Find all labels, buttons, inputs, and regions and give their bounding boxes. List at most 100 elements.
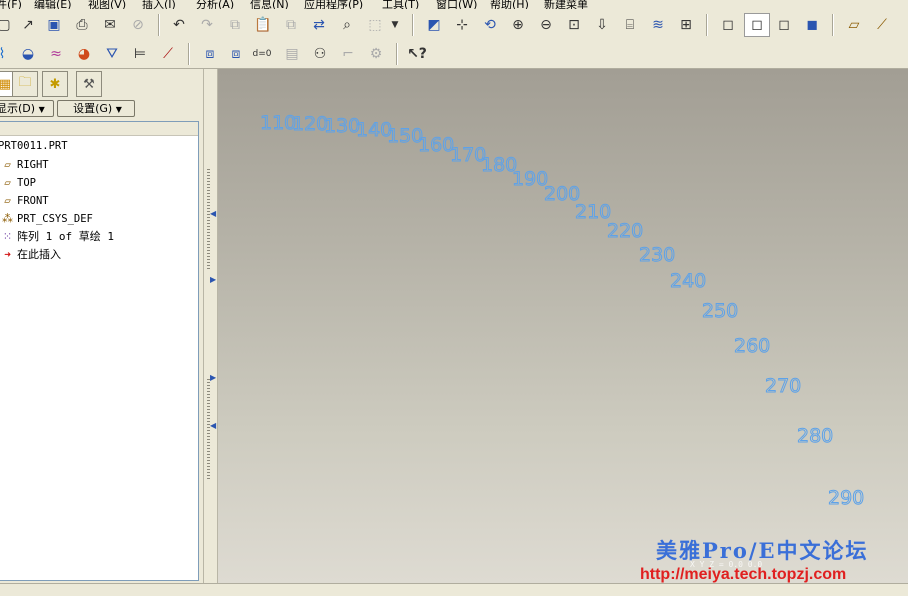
copy-icon[interactable]: ⧉ xyxy=(225,15,245,35)
sweep-icon[interactable]: ≈ xyxy=(46,44,66,64)
secondary-toolbar: ⌇ ◒ ≈ ◕ ⛛ ⊨ ⟋ ⧈ ⧈ d=0 ▤ ⚇ ⌐ ⚙ ↖? xyxy=(0,41,908,69)
family-table-icon[interactable]: ⚙ xyxy=(366,44,386,64)
model-player-icon[interactable]: ⚇ xyxy=(310,44,330,64)
insert-here-arrow-icon: ➜ xyxy=(4,248,11,261)
tree-item-insert-here[interactable]: ➜ 在此插入 xyxy=(0,246,61,263)
paste-icon[interactable]: 📋 xyxy=(253,15,273,35)
collapse-arrow-icon[interactable]: ◀ xyxy=(210,421,216,430)
wireframe-icon[interactable]: ◻ xyxy=(718,15,738,35)
measure-icon[interactable]: ⟋ xyxy=(158,44,178,64)
settings-dropdown[interactable]: 设置(G) ▼ xyxy=(57,100,135,117)
datum-plane-icon: ▱ xyxy=(4,194,11,207)
pattern-label: 110 xyxy=(259,112,297,135)
menu-insert[interactable]: 插入(I) xyxy=(142,0,176,9)
connections-icon: ⚒ xyxy=(83,76,95,92)
tab-folder-browser[interactable]: 🗀 xyxy=(12,71,38,97)
distance-icon[interactable]: ▤ xyxy=(282,44,302,64)
tree-item-label: PRT0011.PRT xyxy=(0,140,68,152)
favorites-icon: ✱ xyxy=(49,76,61,92)
pattern-icon: ⁙ xyxy=(2,230,13,243)
menu-analysis[interactable]: 分析(A) xyxy=(196,0,234,9)
open-file-icon[interactable]: ↗ xyxy=(18,15,38,35)
dimension-icon[interactable]: ⊨ xyxy=(130,44,150,64)
watermark-url: http://meiya.tech.topzj.com xyxy=(640,566,847,583)
chevron-down-icon: ▼ xyxy=(115,105,122,114)
undo-icon[interactable]: ↶ xyxy=(169,15,189,35)
menu-window[interactable]: 窗口(W) xyxy=(436,0,477,9)
tree-item-pattern[interactable]: ⁙ 阵列 1 of 草绘 1 xyxy=(0,228,114,245)
watermark-title: 美雅Pro/E中文论坛 xyxy=(656,538,869,563)
tree-item-label: TOP xyxy=(17,177,36,189)
menu-tools[interactable]: 工具(T) xyxy=(382,0,419,9)
pattern-label: 230 xyxy=(638,244,676,267)
menu-applications[interactable]: 应用程序(P) xyxy=(304,0,363,9)
save-icon[interactable]: ▣ xyxy=(44,15,64,35)
tab-connections[interactable]: ⚒ xyxy=(76,71,102,97)
orient-mode-icon[interactable]: ⟲ xyxy=(480,15,500,35)
pattern-label: 250 xyxy=(701,300,739,323)
chevron-down-icon: ▼ xyxy=(38,105,45,114)
mechanism-icon[interactable]: ⌐ xyxy=(338,44,358,64)
sketch-icon[interactable]: ⌇ xyxy=(0,44,12,64)
pattern-label: 210 xyxy=(574,201,612,224)
view-manager-icon[interactable]: ⊞ xyxy=(676,15,696,35)
expand-arrow-icon[interactable]: ▶ xyxy=(210,275,216,284)
pattern-label: 260 xyxy=(733,335,771,358)
print-icon[interactable]: ⎙ xyxy=(72,15,92,35)
reorient-icon[interactable]: ⇩ xyxy=(592,15,612,35)
datum-planes-icon[interactable]: ⏥ xyxy=(844,15,864,35)
tree-item-front[interactable]: ▱ FRONT xyxy=(0,192,48,209)
find-icon[interactable]: ⌕ xyxy=(337,15,357,35)
collapse-arrow-icon[interactable]: ◀ xyxy=(210,209,216,218)
revolve-icon[interactable]: ◒ xyxy=(18,44,38,64)
show-dropdown[interactable]: 显示(D) ▼ xyxy=(0,100,54,117)
zoom-out-icon[interactable]: ⊖ xyxy=(536,15,556,35)
redo-icon[interactable]: ↷ xyxy=(197,15,217,35)
saved-views-icon[interactable]: ⌸ xyxy=(620,15,640,35)
new-file-icon[interactable]: ▢ xyxy=(0,15,14,35)
tree-item-part[interactable]: PRT0011.PRT xyxy=(0,138,68,155)
param-icon[interactable]: ⧈ xyxy=(226,44,246,64)
pattern-label: 160 xyxy=(417,134,455,157)
menu-info[interactable]: 信息(N) xyxy=(250,0,289,9)
annotation-icon[interactable]: ⧈ xyxy=(200,44,220,64)
show-label: 显示(D) xyxy=(0,102,36,115)
datum-plane-icon: ▱ xyxy=(4,158,11,171)
no-hidden-icon[interactable]: ◻ xyxy=(774,15,794,35)
spin-center-icon[interactable]: ⊹ xyxy=(452,15,472,35)
pattern-label: 190 xyxy=(511,168,549,191)
panel-splitter[interactable]: ◀ ▶ ▶ ◀ xyxy=(203,69,218,583)
send-icon[interactable]: ⊘ xyxy=(128,15,148,35)
email-icon[interactable]: ✉ xyxy=(100,15,120,35)
regenerate-icon[interactable]: ⇄ xyxy=(309,15,329,35)
menu-help[interactable]: 帮助(H) xyxy=(490,0,529,9)
relations-icon[interactable]: d=0 xyxy=(252,44,272,64)
paste-special-icon[interactable]: ⧉ xyxy=(281,15,301,35)
datum-axes-icon[interactable]: ⟋ xyxy=(872,15,892,35)
layers-icon[interactable]: ≋ xyxy=(648,15,668,35)
selection-filter-icon[interactable]: ⬚ xyxy=(365,15,385,35)
expand-arrow-icon[interactable]: ▶ xyxy=(210,373,216,382)
tree-item-right[interactable]: ▱ RIGHT xyxy=(0,156,48,173)
tree-item-top[interactable]: ▱ TOP xyxy=(0,174,36,191)
appearance-icon[interactable]: ◕ xyxy=(74,44,94,64)
splitter-grip xyxy=(207,169,210,269)
graphics-window[interactable]: 110 120 130 140 150 160 170 180 190 200 … xyxy=(218,69,908,583)
tab-favorites[interactable]: ✱ xyxy=(42,71,68,97)
menu-new[interactable]: 新建菜单 xyxy=(544,0,588,9)
hidden-line-icon[interactable]: ◻ xyxy=(744,13,770,37)
menu-view[interactable]: 视图(V) xyxy=(88,0,126,9)
whats-this-icon[interactable]: ↖? xyxy=(407,44,427,64)
repaint-icon[interactable]: ◩ xyxy=(424,15,444,35)
menu-file[interactable]: 件(F) xyxy=(0,0,22,9)
chevron-down-icon[interactable]: ▼ xyxy=(389,15,401,35)
refit-icon[interactable]: ⊡ xyxy=(564,15,584,35)
menu-edit[interactable]: 编辑(E) xyxy=(34,0,72,9)
tree-item-csys[interactable]: ⁂ PRT_CSYS_DEF xyxy=(0,210,93,227)
pattern-label: 120 xyxy=(291,113,329,136)
pattern-label: 240 xyxy=(669,270,707,293)
zoom-in-icon[interactable]: ⊕ xyxy=(508,15,528,35)
mapkey-icon[interactable]: ⛛ xyxy=(102,44,122,64)
model-tree: PRT0011.PRT ▱ RIGHT ▱ TOP ▱ FRONT ⁂ PRT_CSYS… xyxy=(0,121,199,581)
shading-icon[interactable]: ◼ xyxy=(802,15,822,35)
